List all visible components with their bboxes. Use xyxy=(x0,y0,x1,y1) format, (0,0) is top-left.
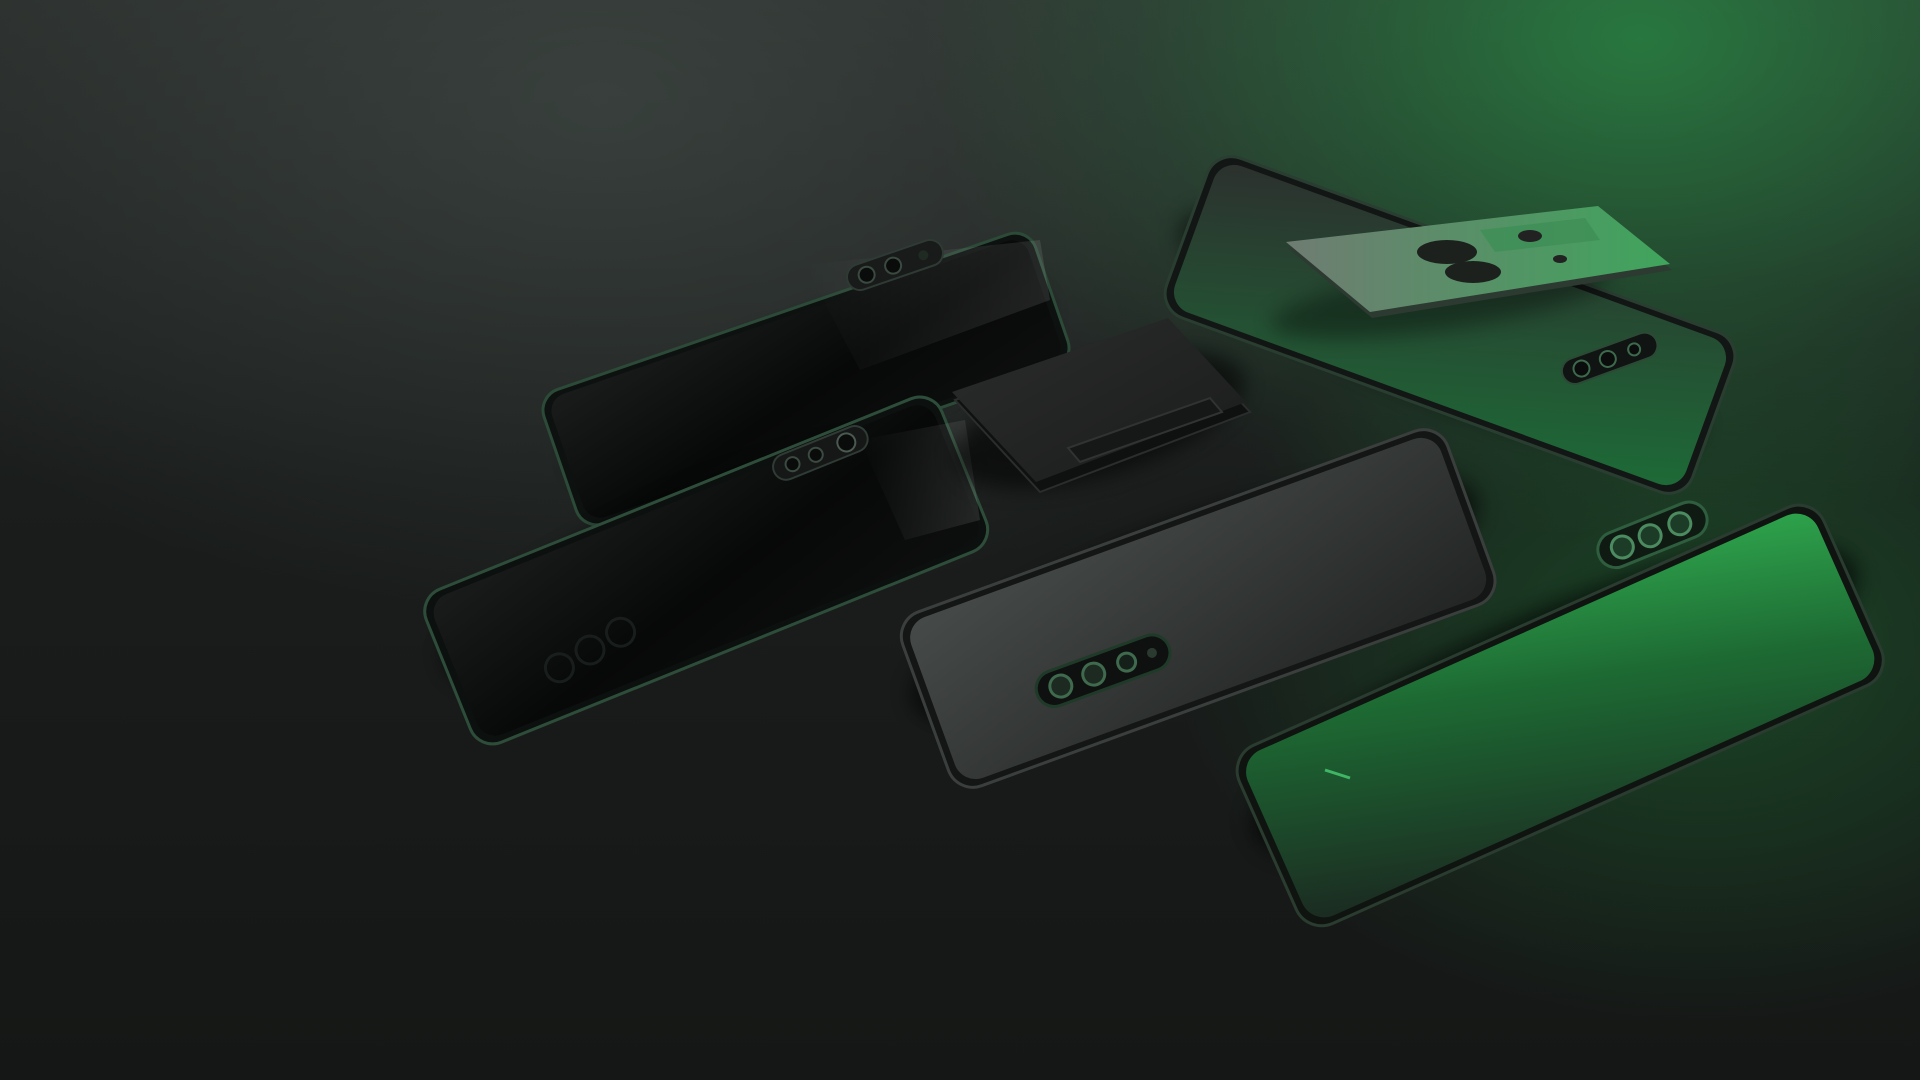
phones-illustration xyxy=(423,155,1885,928)
product-scene xyxy=(0,0,1920,1080)
